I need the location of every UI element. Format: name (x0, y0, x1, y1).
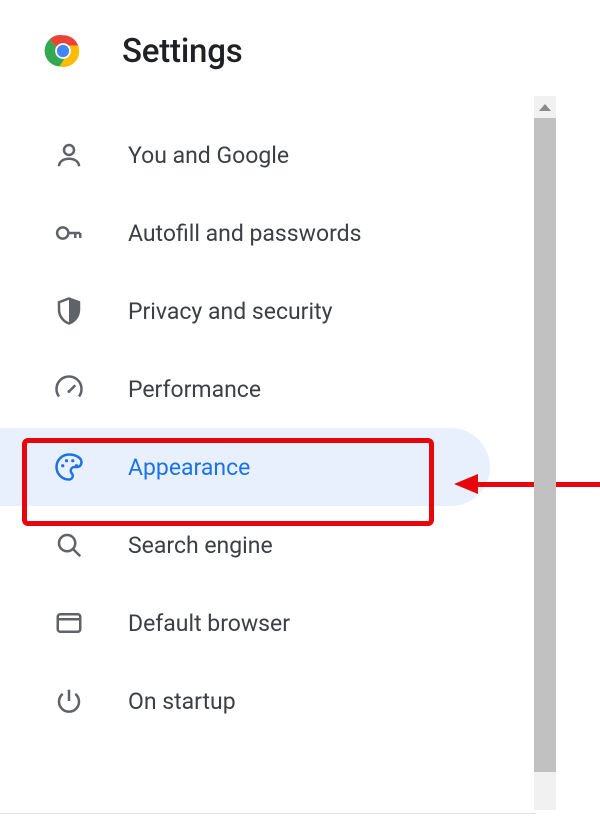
scrollbar[interactable] (534, 96, 556, 810)
chrome-logo-icon (42, 30, 84, 72)
sidebar-item-label: On startup (128, 688, 236, 715)
power-icon (54, 686, 84, 716)
page-title: Settings (122, 32, 243, 71)
settings-header: Settings (0, 0, 600, 102)
palette-icon (54, 452, 84, 482)
search-icon (54, 530, 84, 560)
sidebar-item-on-startup[interactable]: On startup (0, 662, 490, 740)
sidebar-item-label: Search engine (128, 532, 273, 559)
sidebar-item-default-browser[interactable]: Default browser (0, 584, 490, 662)
sidebar-item-label: Default browser (128, 610, 290, 637)
nav-list: You and Google Autofill and passwords Pr… (0, 102, 600, 740)
scroll-up-button[interactable] (534, 96, 556, 118)
person-icon (54, 140, 84, 170)
sidebar-item-label: You and Google (128, 142, 289, 169)
key-icon (54, 218, 84, 248)
settings-sidebar: You and Google Autofill and passwords Pr… (0, 102, 600, 740)
sidebar-item-appearance[interactable]: Appearance (0, 428, 490, 506)
sidebar-item-performance[interactable]: Performance (0, 350, 490, 428)
divider (0, 813, 536, 814)
sidebar-item-label: Appearance (128, 454, 250, 481)
sidebar-item-search-engine[interactable]: Search engine (0, 506, 490, 584)
speedometer-icon (54, 374, 84, 404)
scroll-thumb[interactable] (534, 118, 556, 772)
sidebar-item-autofill[interactable]: Autofill and passwords (0, 194, 490, 272)
browser-icon (54, 608, 84, 638)
sidebar-item-label: Privacy and security (128, 298, 332, 325)
shield-icon (54, 296, 84, 326)
sidebar-item-label: Autofill and passwords (128, 220, 362, 247)
sidebar-item-you-and-google[interactable]: You and Google (0, 116, 490, 194)
sidebar-item-privacy[interactable]: Privacy and security (0, 272, 490, 350)
sidebar-item-label: Performance (128, 376, 261, 403)
